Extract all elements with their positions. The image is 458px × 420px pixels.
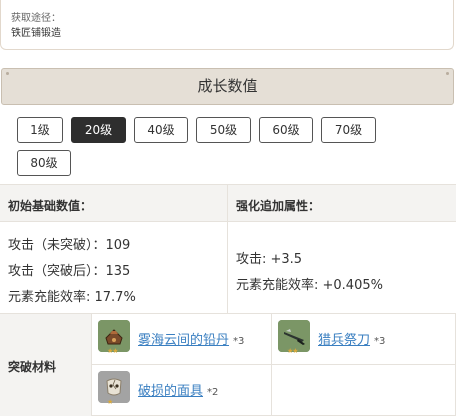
stats-body-row: 攻击（未突破）：109 攻击（突破后）：135 元素充能效率: 17.7% 攻击… xyxy=(0,222,456,314)
level-button-40[interactable]: 40级 xyxy=(134,117,188,143)
acquisition-label: 获取途径： xyxy=(11,13,61,24)
materials-label: 突破材料 xyxy=(8,360,57,374)
level-button-60[interactable]: 60级 xyxy=(259,117,313,143)
base-atk-unascended: 攻击（未突破）：109 xyxy=(8,238,131,253)
base-stats-header: 初始基础数值： xyxy=(8,199,93,213)
material-name-link[interactable]: 破损的面具 *2 xyxy=(138,380,218,399)
hunter-sacrificial-knife-icon: ★★ xyxy=(278,320,310,355)
rarity-stars: ★★ xyxy=(107,347,119,355)
material-item[interactable]: ★ 破损的面具 *2 xyxy=(92,365,272,416)
material-name-link[interactable]: 猎兵祭刀 *3 xyxy=(318,329,385,348)
acquisition-box: 获取途径： 铁匠铺锻造 xyxy=(0,0,454,50)
empty-material-cell xyxy=(272,365,456,416)
bonus-stats-header: 强化追加属性： xyxy=(236,199,321,213)
material-count: *3 xyxy=(374,336,386,347)
stats-header-row: 初始基础数值： 强化追加属性： xyxy=(0,184,456,223)
acquisition-value: 铁匠铺锻造 xyxy=(11,28,61,39)
bonus-energy-recharge: 元素充能效率: +0.405% xyxy=(236,278,383,293)
ascension-materials: 突破材料 ★★ 雾海云间的铅丹 *3 ★★ 猎兵祭刀 *3 ★ 破损的面具 *2 xyxy=(0,314,456,416)
column-divider xyxy=(227,222,228,314)
column-divider xyxy=(227,185,228,223)
material-count: *3 xyxy=(233,336,245,347)
level-button-70[interactable]: 70级 xyxy=(321,117,376,143)
level-button-1[interactable]: 1级 xyxy=(17,117,63,143)
rarity-stars: ★ xyxy=(107,398,113,406)
growth-values-header: 成长数值 xyxy=(1,68,454,105)
level-button-50[interactable]: 50级 xyxy=(196,117,251,143)
level-button-80[interactable]: 80级 xyxy=(17,150,71,176)
lead-elixir-icon: ★★ xyxy=(98,320,130,355)
base-energy-recharge: 元素充能效率: 17.7% xyxy=(8,290,136,305)
material-item[interactable]: ★★ 雾海云间的铅丹 *3 xyxy=(92,314,272,365)
materials-label-cell: 突破材料 xyxy=(0,314,92,416)
level-button-20[interactable]: 20级 xyxy=(71,117,126,143)
material-item[interactable]: ★★ 猎兵祭刀 *3 xyxy=(272,314,456,365)
material-count: *2 xyxy=(207,387,219,398)
damaged-mask-icon: ★ xyxy=(98,371,130,406)
base-atk-ascended: 攻击（突破后）：135 xyxy=(8,264,131,279)
material-name-link[interactable]: 雾海云间的铅丹 *3 xyxy=(138,329,244,348)
bonus-atk: 攻击: +3.5 xyxy=(236,252,303,267)
rarity-stars: ★★ xyxy=(287,347,299,355)
